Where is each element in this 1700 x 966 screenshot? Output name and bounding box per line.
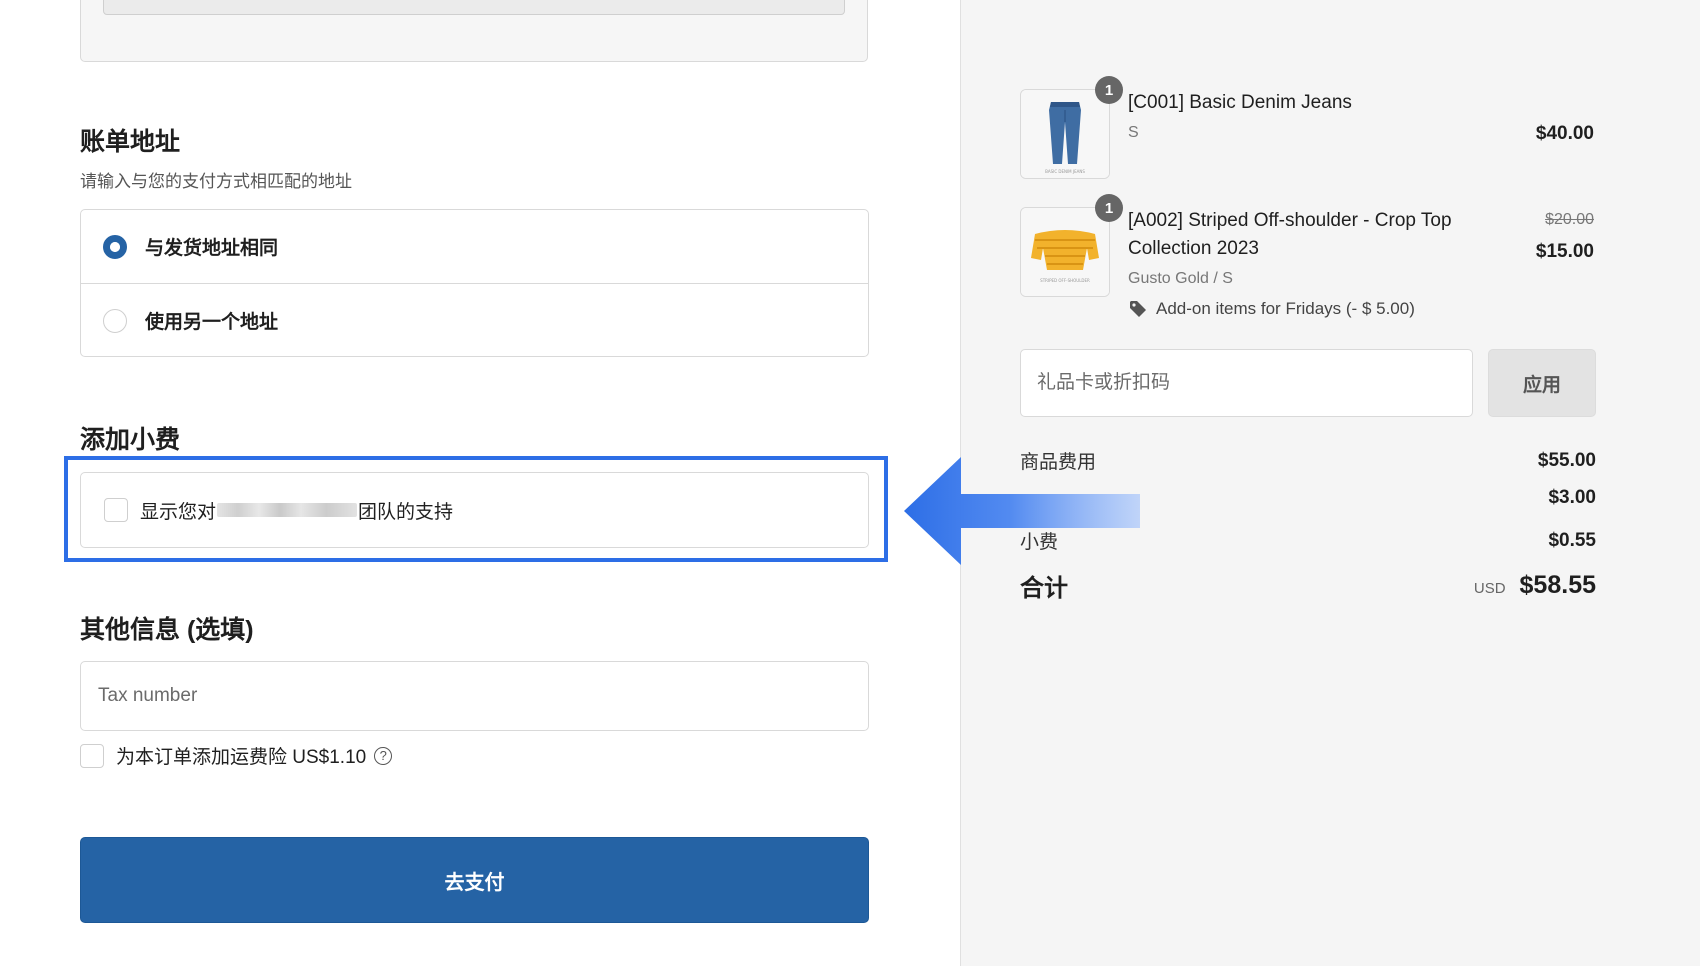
highlight-frame	[64, 456, 888, 562]
billing-option-different[interactable]: 使用另一个地址	[81, 284, 868, 357]
shipping-row: $3.00	[1020, 487, 1596, 509]
tip-summary-value: $0.55	[1548, 529, 1596, 551]
item-variant: Gusto Gold / S	[1128, 270, 1233, 287]
radio-unselected[interactable]	[103, 308, 127, 333]
total-value: $58.55	[1519, 571, 1596, 599]
help-icon[interactable]: ?	[374, 746, 393, 765]
subtotal-row: 商品费用 $55.00	[1020, 447, 1596, 474]
tip-summary-label: 小费	[1020, 532, 1059, 553]
currency-code: USD	[1473, 580, 1506, 597]
insurance-label: 为本订单添加运费险 US$1.10	[116, 747, 367, 768]
discount-tag: Add-on items for Fridays (- $ 5.00)	[1129, 299, 1415, 319]
pay-button[interactable]: 去支付	[80, 837, 869, 923]
billing-subtitle: 请输入与您的支付方式相匹配的地址	[80, 172, 352, 191]
item-price: $40.00	[1535, 123, 1594, 144]
svg-text:BASIC DENIM JEANS: BASIC DENIM JEANS	[1045, 169, 1085, 174]
tip-title: 添加小费	[80, 426, 181, 454]
other-info-title: 其他信息 (选填)	[80, 616, 254, 644]
insurance-checkbox[interactable]	[80, 743, 104, 768]
shipping-insurance-option[interactable]: 为本订单添加运费险 US$1.10 ?	[80, 742, 393, 769]
quantity-badge: 1	[1095, 76, 1123, 104]
billing-option-label: 与发货地址相同	[145, 238, 279, 259]
item-name-line1: [A002] Striped Off-shoulder - Crop Top	[1128, 210, 1452, 231]
svg-text:STRIPED OFF-SHOULDER: STRIPED OFF-SHOULDER	[1040, 278, 1090, 283]
product-image-crop-top: STRIPED OFF-SHOULDER 1	[1020, 194, 1123, 297]
checkout-form: 账单地址 请输入与您的支付方式相匹配的地址 与发货地址相同 使用另一个地址 添加…	[0, 0, 960, 966]
item-price: $15.00	[1535, 241, 1594, 262]
quantity-badge: 1	[1095, 194, 1123, 222]
total-amount: USD $58.55	[1474, 571, 1596, 600]
item-name: [C001] Basic Denim Jeans	[1128, 92, 1352, 113]
item-original-price: $20.00	[1545, 211, 1594, 228]
tip-row: 小费 $0.55	[1020, 527, 1596, 554]
discount-label: Add-on items for Fridays (- $ 5.00)	[1156, 299, 1415, 318]
apply-button[interactable]: 应用	[1488, 349, 1596, 417]
total-row: 合计 USD $58.55	[1020, 568, 1596, 603]
billing-address-options: 与发货地址相同 使用另一个地址	[80, 209, 869, 357]
tax-number-input[interactable]	[80, 661, 869, 731]
jeans-icon: BASIC DENIM JEANS	[1021, 90, 1109, 178]
previous-section-field[interactable]	[103, 0, 845, 15]
sweater-icon: STRIPED OFF-SHOULDER	[1021, 208, 1109, 296]
radio-selected[interactable]	[103, 234, 127, 259]
billing-option-label: 使用另一个地址	[145, 312, 279, 333]
billing-option-same[interactable]: 与发货地址相同	[81, 210, 868, 284]
total-label: 合计	[1020, 575, 1068, 602]
product-image-jeans: BASIC DENIM JEANS 1	[1020, 76, 1123, 179]
item-name-line2: Collection 2023	[1128, 238, 1259, 259]
tag-icon	[1130, 301, 1146, 317]
previous-section-card	[80, 0, 868, 62]
subtotal-label: 商品费用	[1020, 452, 1097, 473]
subtotal-value: $55.00	[1537, 449, 1596, 471]
billing-title: 账单地址	[80, 128, 181, 156]
gift-card-input[interactable]	[1020, 349, 1473, 417]
item-variant: S	[1128, 124, 1139, 141]
shipping-value: $3.00	[1548, 487, 1596, 508]
order-summary: BASIC DENIM JEANS 1 [C001] Basic Denim J…	[960, 0, 1700, 966]
